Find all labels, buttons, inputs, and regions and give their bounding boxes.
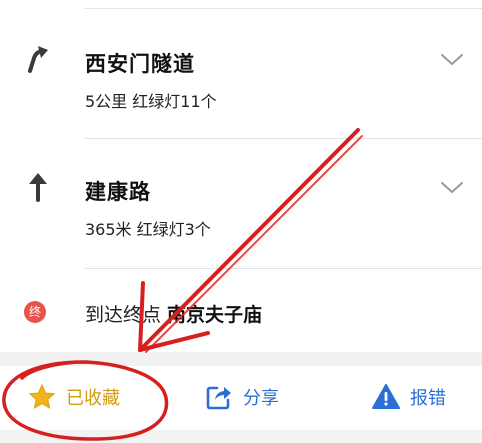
route-step-1[interactable]: 西安门隧道 5公里 红绿灯11个 [0,8,482,138]
share-label: 分享 [243,388,279,409]
chevron-down-icon[interactable] [440,180,464,196]
share-icon [206,386,231,410]
report-label: 报错 [410,388,446,409]
step-detail: 365米 红绿灯3个 [85,220,211,239]
step-detail: 5公里 红绿灯11个 [85,92,217,111]
bottom-strip [0,430,482,443]
toolbar-separator [0,352,482,366]
route-detail-screen: 西安门隧道 5公里 红绿灯11个 建康路 365米 红绿灯3个 终 到达终点 南京… [0,0,482,443]
bottom-toolbar: 已收藏 分享 报错 [0,366,482,430]
straight-arrow-icon [29,173,47,202]
report-error-button[interactable]: 报错 [372,380,446,414]
destination-name: 南京夫子庙 [167,304,263,326]
end-prefix: 到达终点 [85,304,162,326]
route-end-row: 终 到达终点 南京夫子庙 [0,285,482,345]
share-button[interactable]: 分享 [205,380,279,414]
favorite-button[interactable]: 已收藏 [28,380,120,414]
end-badge: 终 [24,301,46,323]
favorite-label: 已收藏 [66,388,120,409]
warning-icon [372,384,400,409]
divider [85,268,482,269]
end-text: 到达终点 南京夫子庙 [85,300,262,327]
chevron-down-icon[interactable] [440,52,464,68]
step-title: 建康路 [85,180,151,204]
step-title: 西安门隧道 [85,52,195,76]
star-icon [28,383,56,410]
turn-right-arrow-icon [28,46,48,73]
route-step-2[interactable]: 建康路 365米 红绿灯3个 [0,138,482,268]
